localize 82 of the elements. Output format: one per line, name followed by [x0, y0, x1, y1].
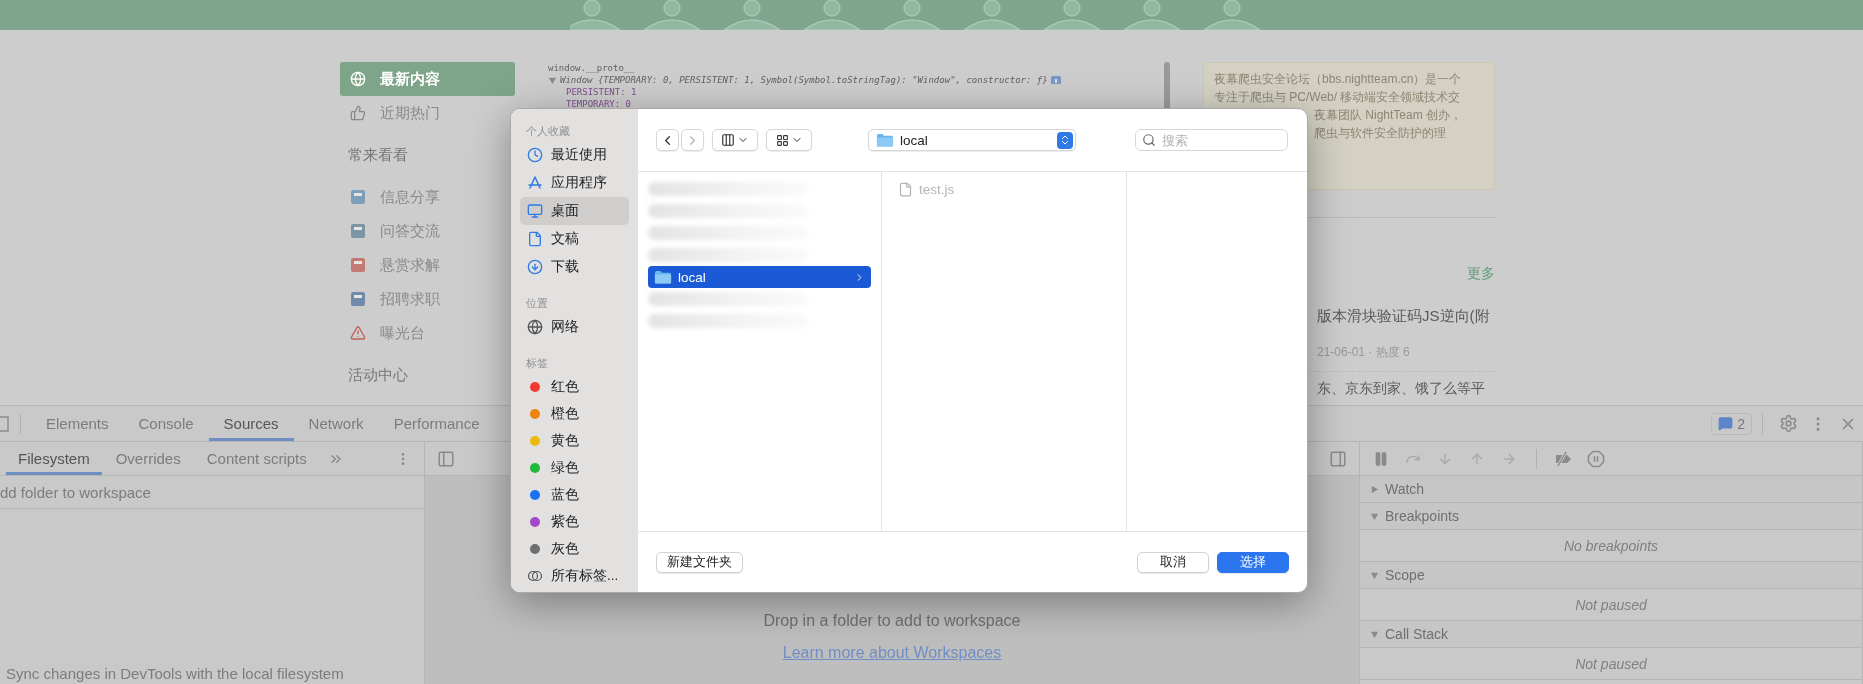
cancel-button[interactable]: 取消 — [1137, 551, 1209, 573]
intro-text: 夜幕团队 NightTeam 创办， — [1313, 107, 1464, 124]
sidebar-item[interactable]: 下载 — [520, 253, 629, 281]
folder-icon — [876, 132, 894, 148]
back-button[interactable] — [656, 129, 679, 151]
devtools-tab[interactable]: Performance — [378, 406, 495, 441]
warning-icon — [350, 325, 366, 341]
issues-badge[interactable]: 2 — [1711, 412, 1752, 435]
sidebar-heading: 标签 — [525, 355, 549, 371]
devtools-tab[interactable]: Console — [123, 406, 209, 441]
choose-button[interactable]: 选择 — [1217, 551, 1289, 573]
columns-icon — [721, 133, 735, 147]
code-line: TEMPORARY: 0 — [566, 98, 632, 110]
info-icon — [1050, 76, 1061, 84]
folder-icon — [654, 269, 672, 285]
category-icon — [350, 189, 366, 205]
tag-item[interactable]: 绿色 — [520, 454, 629, 481]
device-toolbar-icon[interactable] — [0, 415, 10, 432]
grid-icon — [775, 133, 789, 147]
navigator-tab[interactable]: Filesystem — [6, 442, 102, 475]
sidebar-item[interactable]: 最近使用 — [520, 141, 629, 169]
sidebar-item[interactable]: 桌面 — [520, 197, 629, 225]
nav-item[interactable]: 曝光台 — [340, 316, 515, 350]
navigator-tab[interactable]: Overrides — [103, 442, 193, 475]
column-view-button[interactable] — [712, 129, 758, 151]
nav-item[interactable]: 悬赏求解 — [340, 248, 515, 282]
download-icon — [527, 259, 543, 275]
nav-item[interactable]: 最新内容 — [340, 62, 515, 96]
nav-item[interactable]: 近期热门 — [340, 96, 515, 130]
sidebar-item[interactable]: 网络 — [520, 313, 629, 341]
intro-text: 夜幕爬虫安全论坛（bbs.nightteam.cn）是一个 — [1214, 71, 1463, 88]
caret-icon — [548, 75, 557, 85]
group-view-button[interactable] — [766, 129, 812, 151]
intro-text: 专注于爬虫与 PC/Web/ 移动端安全领域技术交 — [1214, 89, 1462, 106]
tag-item[interactable]: 灰色 — [520, 535, 629, 562]
globe-icon — [527, 319, 543, 335]
clock-icon — [527, 147, 543, 163]
forward-button[interactable] — [681, 129, 704, 151]
globe-icon — [350, 71, 366, 87]
tag-item[interactable]: 黄色 — [520, 427, 629, 454]
sync-hint: Sync changes in DevTools with the local filesystem — [5, 665, 345, 684]
sidebar-item[interactable]: 文稿 — [520, 225, 629, 253]
devtools-tab[interactable]: Sources — [208, 406, 294, 441]
tag-item[interactable]: 所有标签... — [520, 562, 629, 589]
message-icon — [1718, 416, 1734, 431]
devtools-tab[interactable]: Network — [293, 406, 379, 441]
sidebar-heading: 个人收藏 — [525, 123, 571, 139]
thumbs-up-icon — [350, 105, 366, 121]
new-folder-button[interactable]: 新建文件夹 — [656, 551, 743, 573]
sidebar-item[interactable]: 应用程序 — [520, 169, 629, 197]
nav-item[interactable]: 问答交流 — [340, 214, 515, 248]
apps-icon — [527, 175, 543, 191]
sidebar-heading: 位置 — [525, 295, 549, 311]
tag-item[interactable]: 橙色 — [520, 400, 629, 427]
tag-item[interactable]: 红色 — [520, 373, 629, 400]
add-folder-item[interactable]: dd folder to workspace — [0, 476, 424, 509]
code-line: window.__proto__ — [548, 62, 635, 74]
folder-row[interactable]: local — [648, 266, 871, 288]
nav-item[interactable]: 招聘求职 — [340, 282, 515, 316]
search-field[interactable]: 搜索 — [1135, 129, 1288, 151]
document-icon — [527, 231, 543, 247]
tags-icon — [527, 569, 543, 582]
category-icon — [350, 223, 366, 239]
tag-item[interactable]: 蓝色 — [520, 481, 629, 508]
tag-item[interactable]: 紫色 — [520, 508, 629, 535]
category-icon — [350, 291, 366, 307]
file-icon — [898, 181, 913, 197]
nav-heading: 活动中心 — [347, 364, 409, 385]
category-icon — [350, 257, 366, 273]
location-popup[interactable]: local — [868, 129, 1076, 151]
search-icon — [1142, 133, 1156, 147]
devtools-tab[interactable]: Elements — [31, 406, 124, 441]
stepper-icon — [1057, 131, 1073, 149]
navigator-tab[interactable]: Content scripts — [194, 442, 319, 475]
section-message: Not paused — [1360, 648, 1862, 680]
nav-heading: 常来看看 — [347, 144, 409, 165]
drop-hint: Drop in a folder to add to workspace — [763, 612, 1021, 630]
code-line: PERSISTENT: 1 — [566, 86, 637, 98]
nav-item[interactable]: 信息分享 — [340, 180, 515, 214]
desktop-icon — [527, 203, 543, 219]
code-line: Window {TEMPORARY: 0, PERSISTENT: 1, Symbol(Symbol.toStringTag): "Window", constructor: ƒ} — [560, 74, 1048, 86]
intro-text: 爬虫与软件安全防护的理 — [1313, 125, 1447, 142]
